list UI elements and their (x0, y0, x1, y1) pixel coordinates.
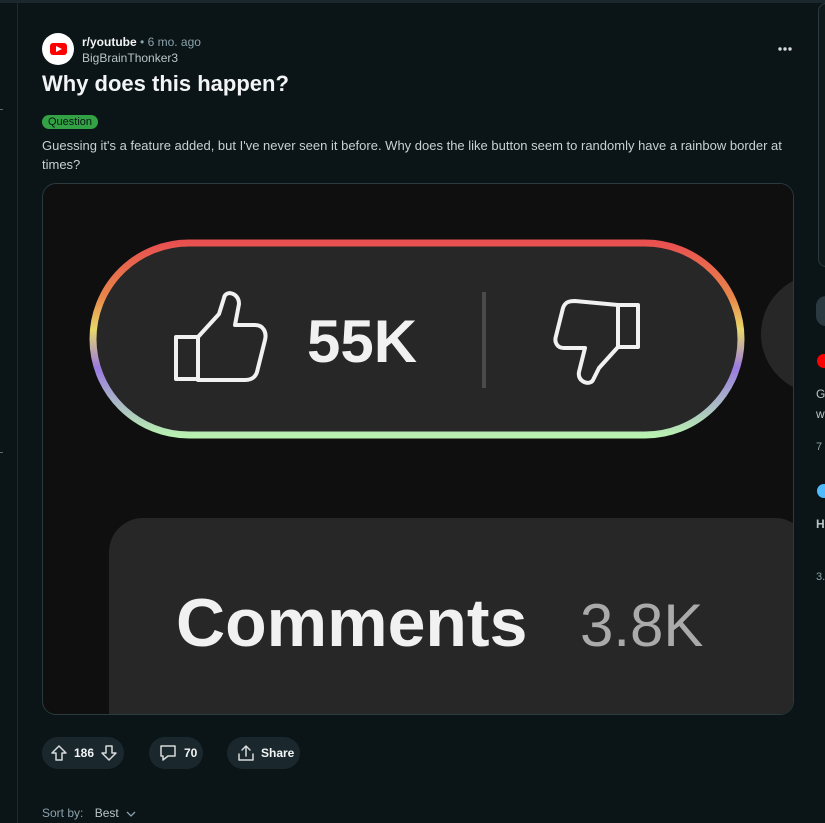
upvote-button[interactable] (50, 744, 68, 762)
more-options-button[interactable] (775, 39, 795, 59)
related-post-text[interactable]: G (816, 387, 825, 401)
meta-separator: • (140, 35, 145, 49)
related-post-text[interactable]: H (816, 517, 825, 531)
vote-count: 186 (74, 746, 95, 760)
post-flair[interactable]: Question (42, 115, 99, 129)
comment-icon (160, 745, 176, 761)
post-image[interactable]: 55K Comments 3.8K (42, 183, 794, 715)
share-icon (238, 745, 254, 761)
related-post-meta: 3. (816, 571, 825, 583)
sort-value[interactable]: Best (95, 806, 119, 820)
upvote-icon (51, 745, 67, 761)
right-sidebar: G w 7 H 3. (808, 3, 825, 823)
top-divider (0, 0, 825, 3)
vote-control: 186 (42, 737, 124, 769)
post-body: Guessing it's a feature added, but I've … (42, 138, 782, 172)
post-header: r/youtube • 6 mo. ago BigBrainThonker3 (42, 33, 802, 69)
downvote-button[interactable] (100, 744, 118, 762)
share-label: Share (261, 746, 295, 760)
share-button[interactable]: Share (227, 737, 300, 769)
subreddit-link[interactable]: r/youtube (82, 35, 137, 49)
sidebar-card[interactable] (818, 3, 825, 267)
like-count: 55K (307, 308, 417, 375)
sort-control[interactable]: Sort by: Best (42, 806, 136, 820)
left-edge-mark (0, 109, 3, 110)
youtube-logo-icon (49, 43, 67, 55)
youtube-community-icon (817, 354, 825, 368)
comments-button[interactable]: 70 (149, 737, 203, 769)
youtube-screenshot-image: 55K Comments 3.8K (43, 184, 793, 714)
subreddit-avatar[interactable] (42, 33, 74, 65)
left-edge-mark (0, 452, 3, 453)
comments-label: Comments (176, 585, 527, 661)
sort-label: Sort by: (42, 806, 84, 820)
post-meta: r/youtube • 6 mo. ago (82, 35, 201, 49)
author-link[interactable]: BigBrainThonker3 (82, 51, 178, 65)
related-post-text[interactable]: w (816, 407, 825, 421)
related-post-meta: 7 (816, 441, 823, 453)
chevron-down-icon (126, 811, 136, 817)
post-title[interactable]: Why does this happen? (42, 71, 289, 97)
left-sidebar-divider (17, 3, 18, 823)
post-time: 6 mo. ago (147, 35, 201, 49)
downvote-icon (101, 745, 117, 761)
comment-count: 70 (184, 746, 198, 760)
community-icon (817, 484, 825, 498)
sidebar-scroll-button[interactable] (816, 296, 825, 326)
comments-count: 3.8K (580, 592, 703, 659)
more-horizontal-icon (778, 47, 792, 51)
